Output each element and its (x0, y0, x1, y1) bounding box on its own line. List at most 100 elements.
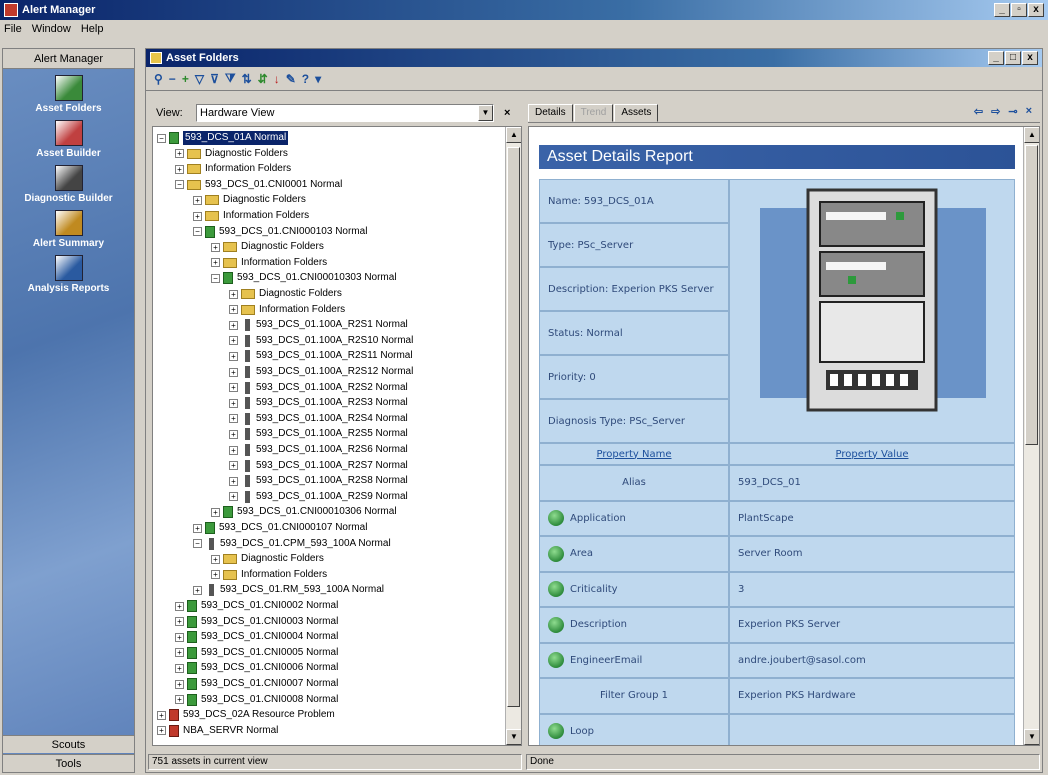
status-ok-icon[interactable] (548, 652, 564, 669)
asset-restore-button[interactable]: □ (1005, 51, 1021, 65)
tree-node[interactable]: − 593_DCS_01A Normal (157, 131, 289, 145)
tree-node[interactable]: +593_DCS_01.CNI0008 Normal (175, 693, 338, 707)
tree-node[interactable]: +593_DCS_01.100A_R2S11 Normal (229, 349, 413, 363)
expand-node-icon[interactable]: + (175, 149, 184, 159)
tree-node[interactable]: +593_DCS_01.RM_593_100A Normal (193, 583, 384, 597)
expand-node-icon[interactable]: + (229, 445, 238, 455)
view-select[interactable]: Hardware View ▼ (196, 104, 494, 122)
rail-tools[interactable]: Tools (3, 754, 134, 772)
expand-node-icon[interactable]: + (229, 289, 238, 299)
property-name-header[interactable]: Property Name (539, 443, 729, 465)
tree-node[interactable]: +593_DCS_01.CNI0005 Normal (175, 646, 338, 660)
tree-node[interactable]: +593_DCS_01.100A_R2S3 Normal (229, 396, 408, 410)
tree-node[interactable]: +593_DCS_01.100A_R2S6 Normal (229, 443, 408, 457)
expand-node-icon[interactable]: + (229, 305, 238, 315)
expand-node-icon[interactable]: + (175, 632, 184, 642)
expand-node-icon[interactable]: + (229, 398, 238, 408)
filter-clear-icon[interactable]: ⧩ (225, 71, 236, 86)
scroll-up-icon[interactable]: ▲ (506, 127, 521, 143)
tree-node[interactable]: +593_DCS_01.100A_R2S8 Normal (229, 474, 408, 488)
expand-node-icon[interactable]: + (175, 617, 184, 627)
scroll-down-icon[interactable]: ▼ (506, 729, 521, 745)
help-icon[interactable]: ? (302, 72, 309, 86)
status-ok-icon[interactable] (548, 581, 564, 598)
report-scroll-thumb[interactable] (1025, 145, 1038, 445)
status-ok-icon[interactable] (548, 545, 564, 562)
tree-node[interactable]: + Information Folders (175, 162, 291, 176)
expand-node-icon[interactable]: + (229, 351, 238, 361)
rail-scouts[interactable]: Scouts (3, 735, 134, 753)
status-ok-icon[interactable] (548, 723, 564, 740)
edit-icon[interactable]: ✎ (286, 72, 296, 86)
expand-node-icon[interactable]: + (175, 648, 184, 658)
tree-node[interactable]: +593_DCS_01.CNI0007 Normal (175, 677, 338, 691)
tree-node[interactable]: + Information Folders (211, 256, 327, 270)
back-icon[interactable]: ⇦ (974, 105, 983, 118)
expand-node-icon[interactable]: + (175, 164, 184, 174)
expand-node-icon[interactable]: + (211, 258, 220, 268)
find-icon[interactable]: ⚲ (154, 72, 163, 86)
tree-node[interactable]: +593_DCS_01.100A_R2S1 Normal (229, 318, 408, 332)
collapse-node-icon[interactable]: − (193, 539, 202, 549)
tree-node[interactable]: + Diagnostic Folders (175, 147, 288, 161)
expand-node-icon[interactable]: + (229, 461, 238, 471)
rail-header[interactable]: Alert Manager (3, 49, 134, 69)
expand-node-icon[interactable]: + (229, 336, 238, 346)
expand-node-icon[interactable]: + (229, 429, 238, 439)
tree-node[interactable]: + Diagnostic Folders (229, 287, 342, 301)
tab-trend[interactable]: Trend (573, 104, 614, 122)
expand-node-icon[interactable]: + (211, 554, 220, 564)
asset-minimize-button[interactable]: _ (988, 51, 1004, 65)
close-button[interactable]: x (1028, 3, 1044, 17)
tree-node[interactable]: +593_DCS_01.CNI0003 Normal (175, 615, 338, 629)
tree-node[interactable]: +593_DCS_02A Resource Problem (157, 708, 335, 722)
tree-node[interactable]: +593_DCS_01.100A_R2S4 Normal (229, 412, 408, 426)
expand-node-icon[interactable]: + (229, 492, 238, 502)
expand-node-icon[interactable]: + (175, 679, 184, 689)
tree-node[interactable]: − 593_DCS_01.CNI0001 Normal (175, 178, 342, 192)
tree-node[interactable]: +593_DCS_01.CNI00010306 Normal (211, 505, 397, 519)
expand-node-icon[interactable]: + (211, 242, 220, 252)
tree-node[interactable]: +593_DCS_01.CNI0002 Normal (175, 599, 338, 613)
sort-desc-icon[interactable]: ⇵ (258, 72, 268, 86)
expand-node-icon[interactable]: + (193, 211, 202, 221)
asset-close-button[interactable]: x (1022, 51, 1038, 65)
menu-help[interactable]: Help (81, 23, 104, 35)
report-scroll-down-icon[interactable]: ▼ (1024, 729, 1039, 745)
restore-button[interactable]: ▫ (1011, 3, 1027, 17)
forward-icon[interactable]: ⇨ (991, 105, 1000, 118)
filter-alt-icon[interactable]: ⊽ (210, 72, 219, 86)
menu-window[interactable]: Window (32, 23, 71, 35)
expand-node-icon[interactable]: + (229, 476, 238, 486)
pin-icon[interactable]: ⊸ (1008, 105, 1017, 118)
rail-item[interactable]: Asset Folders (3, 75, 134, 114)
tree-node[interactable]: +593_DCS_01.100A_R2S7 Normal (229, 459, 408, 473)
tree-node[interactable]: − 593_DCS_01.CNI000103 Normal (193, 225, 367, 239)
expand-node-icon[interactable]: + (211, 570, 220, 580)
tree-node[interactable]: + Diagnostic Folders (211, 240, 324, 254)
expand-node-icon[interactable]: + (157, 710, 166, 720)
tree-node[interactable]: +593_DCS_01.100A_R2S10 Normal (229, 334, 413, 348)
expand-node-icon[interactable]: + (229, 383, 238, 393)
move-down-icon[interactable]: ↓ (274, 72, 280, 86)
tree-node[interactable]: +593_DCS_01.100A_R2S12 Normal (229, 365, 413, 379)
rail-item[interactable]: Asset Builder (3, 120, 134, 159)
collapse-node-icon[interactable]: − (211, 273, 220, 283)
report-scroll-up-icon[interactable]: ▲ (1024, 127, 1039, 143)
tree-scroll-thumb[interactable] (507, 147, 520, 707)
menu-file[interactable]: File (4, 23, 22, 35)
report-scrollbar[interactable]: ▲ ▼ (1023, 127, 1039, 745)
tree-node[interactable]: +593_DCS_01.CNI0004 Normal (175, 630, 338, 644)
tree-node[interactable]: − 593_DCS_01.CPM_593_100A Normal (193, 537, 391, 551)
expand-node-icon[interactable]: + (193, 523, 202, 533)
collapse-node-icon[interactable]: − (157, 133, 166, 143)
status-ok-icon[interactable] (548, 510, 564, 527)
tree-node[interactable]: + Diagnostic Folders (193, 193, 306, 207)
expand-node-icon[interactable]: + (175, 695, 184, 705)
rail-item[interactable]: Alert Summary (3, 210, 134, 249)
tab-details[interactable]: Details (528, 104, 573, 122)
tree-node[interactable]: + Information Folders (211, 568, 327, 582)
tree-node[interactable]: +593_DCS_01.CNI0006 Normal (175, 661, 338, 675)
expand-node-icon[interactable]: + (229, 320, 238, 330)
expand-icon[interactable]: + (182, 72, 189, 86)
